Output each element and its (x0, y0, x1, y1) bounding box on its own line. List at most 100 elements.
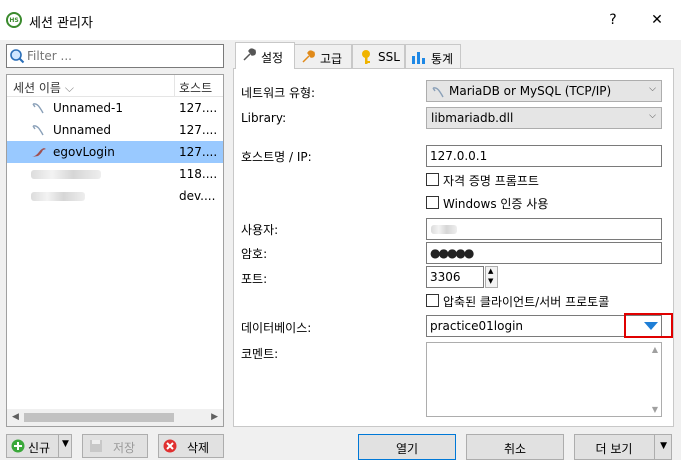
more-button[interactable]: 더 보기 ▼ (574, 434, 672, 460)
scrollbar-thumb[interactable] (24, 413, 174, 422)
windows-auth-label: Windows 인증 사용 (443, 197, 549, 211)
new-dropdown-arrow-icon[interactable]: ▼ (62, 439, 69, 449)
scroll-left-icon[interactable]: ◀ (12, 412, 19, 422)
horizontal-scrollbar[interactable]: ◀ ▶ (7, 409, 223, 426)
app-icon: HS (6, 12, 22, 28)
key-icon (362, 50, 370, 64)
session-row-unnamed[interactable]: Unnamed 127.... (7, 119, 223, 141)
database-value: practice01login (430, 319, 524, 333)
open-button-label: 열기 (395, 442, 419, 456)
column-separator[interactable] (174, 75, 175, 97)
network-type-value: MariaDB or MySQL (TCP/IP) (449, 84, 612, 98)
host-value: 127.0.0.1 (430, 149, 488, 163)
password-label: 암호: (241, 247, 268, 261)
session-row-egovlogin[interactable]: egovLogin 127.... (7, 141, 223, 163)
spin-up-icon[interactable]: ▲ (488, 267, 493, 275)
open-button[interactable]: 열기 (358, 434, 456, 460)
tab-ssl-label: SSL (378, 50, 400, 64)
comment-textarea[interactable]: ▲ ▼ (426, 342, 662, 417)
tab-statistics-label: 통계 (431, 52, 454, 66)
host-input[interactable]: 127.0.0.1 (426, 145, 662, 167)
redacted-session-name (31, 192, 85, 201)
port-value: 3306 (430, 270, 461, 284)
session-row-redacted-1[interactable]: 118.... (7, 163, 223, 185)
session-row-redacted-2[interactable]: dev.... (7, 185, 223, 207)
column-session-name[interactable]: 세션 이름 ⌵ (13, 79, 74, 96)
redacted-session-name (31, 170, 101, 179)
password-input[interactable]: ●●●●● (426, 242, 662, 264)
port-spinner[interactable]: ▲ ▼ (485, 266, 498, 288)
network-type-label: 네트워크 유형: (241, 86, 316, 100)
dolphin-icon (32, 103, 44, 114)
bar-chart-icon (412, 52, 425, 64)
help-button[interactable]: ? (603, 10, 623, 30)
host-label: 호스트명 / IP: (241, 150, 312, 164)
user-label: 사용자: (241, 223, 279, 237)
session-list-header: 세션 이름 ⌵ 호스트 (7, 75, 223, 97)
cancel-button[interactable]: 취소 (466, 434, 564, 460)
sort-chevron-icon: ⌵ (64, 81, 74, 95)
scroll-up-icon[interactable]: ▲ (652, 345, 658, 354)
port-label: 포트: (241, 272, 268, 286)
cancel-button-label: 취소 (503, 442, 527, 456)
chevron-down-icon: ⌵ (649, 84, 656, 94)
new-button[interactable]: 신규 ▼ (6, 434, 72, 458)
scroll-down-icon[interactable]: ▼ (652, 405, 658, 414)
delete-button-label: 삭제 (187, 441, 210, 455)
checkbox-box[interactable] (426, 196, 439, 209)
checkbox-box[interactable] (426, 173, 439, 186)
title-bar: HS 세션 관리자 ? ✕ (0, 0, 681, 40)
split-separator (654, 435, 655, 459)
network-type-select[interactable]: MariaDB or MySQL (TCP/IP) ⌵ (426, 80, 662, 102)
password-value: ●●●●● (430, 246, 474, 260)
library-select[interactable]: libmariadb.dll ⌵ (426, 107, 662, 129)
dolphin-icon (432, 87, 444, 98)
wrench-orange-icon (302, 50, 315, 63)
save-disk-icon (90, 440, 102, 452)
save-button-label: 저장 (113, 441, 136, 455)
session-host: 127.... (179, 145, 218, 159)
tab-settings[interactable]: 설정 (235, 42, 295, 69)
library-value: libmariadb.dll (431, 111, 514, 125)
port-input[interactable]: 3306 (426, 266, 484, 288)
sea-lion-icon (32, 148, 46, 157)
new-button-label: 신규 (28, 441, 51, 455)
compression-label: 압축된 클라이언트/서버 프로토콜 (443, 295, 610, 309)
checkbox-box[interactable] (426, 294, 439, 307)
database-dropdown-icon[interactable] (643, 320, 659, 332)
chevron-down-icon: ⌵ (649, 111, 656, 121)
tab-settings-label: 설정 (261, 51, 284, 65)
scroll-right-icon[interactable]: ▶ (211, 412, 218, 422)
search-icon (10, 49, 25, 64)
tab-ssl[interactable]: SSL (352, 44, 405, 68)
dolphin-icon (32, 125, 44, 136)
spin-down-icon[interactable]: ▼ (488, 277, 493, 285)
session-host: 118.... (179, 167, 218, 181)
database-label: 데이터베이스: (241, 321, 312, 335)
session-list[interactable]: 세션 이름 ⌵ 호스트 Unnamed-1 127.... Unnamed 12… (6, 74, 224, 427)
session-row-unnamed-1[interactable]: Unnamed-1 127.... (7, 97, 223, 119)
user-input[interactable] (426, 218, 662, 240)
column-host[interactable]: 호스트 (179, 79, 212, 96)
comment-label: 코멘트: (241, 347, 279, 361)
session-name: Unnamed-1 (53, 101, 124, 115)
tab-statistics[interactable]: 통계 (405, 44, 461, 68)
delete-button[interactable]: 삭제 (158, 434, 224, 458)
tab-advanced[interactable]: 고급 (294, 44, 352, 68)
redacted-username (431, 225, 457, 234)
session-host: 127.... (179, 123, 218, 137)
library-label: Library: (241, 111, 287, 125)
close-button[interactable]: ✕ (647, 10, 667, 30)
filter-input[interactable] (27, 47, 217, 65)
wrench-icon (243, 48, 256, 61)
save-button[interactable]: 저장 (82, 434, 148, 458)
filter-box[interactable] (6, 44, 224, 68)
plus-circle-icon (11, 439, 25, 453)
credential-prompt-label: 자격 증명 프롬프트 (443, 174, 539, 188)
more-button-label: 더 보기 (595, 442, 633, 456)
session-host: dev.... (179, 189, 216, 203)
delete-icon (163, 439, 177, 453)
more-dropdown-arrow-icon[interactable]: ▼ (660, 441, 667, 451)
window-title: 세션 관리자 (29, 16, 93, 31)
session-host: 127.... (179, 101, 218, 115)
